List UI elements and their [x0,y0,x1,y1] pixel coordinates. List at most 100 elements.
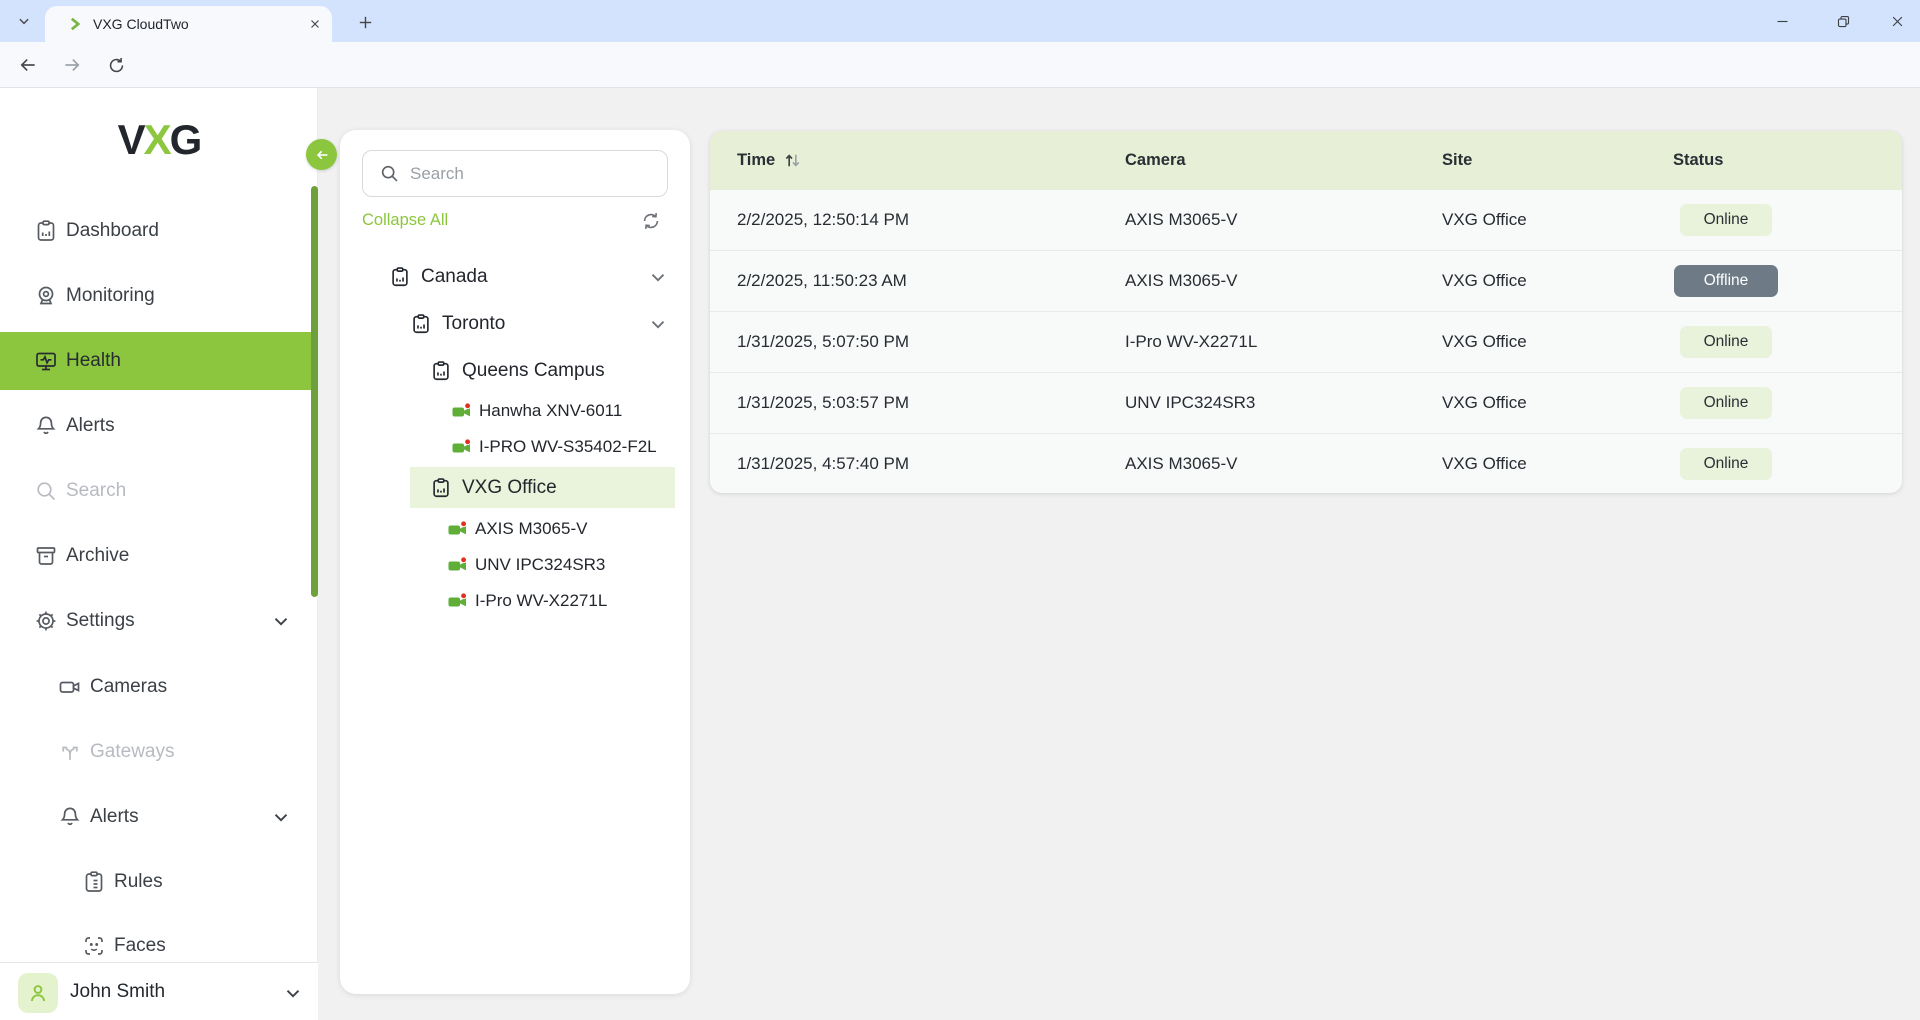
vxg-logo: VXG [0,116,318,164]
cell-status: Online [1673,387,1902,419]
cell-time: 2/2/2025, 11:50:23 AM [710,271,1125,291]
chevron-down-icon [282,982,304,1004]
status-badge: Online [1680,326,1772,358]
sidebar-item-monitoring[interactable]: Monitoring [0,270,318,322]
app-main: VXG Dashboard Monitoring Health Alerts [0,88,1920,1020]
new-tab-button[interactable] [352,9,378,35]
sidebar-item-dashboard[interactable]: Dashboard [0,205,318,257]
cell-site: VXG Office [1442,393,1673,413]
tree-node-camera[interactable]: I-PRO WV-S35402-F2L [452,429,657,465]
column-label: Camera [1125,151,1186,170]
table-row[interactable]: 2/2/2025, 12:50:14 PM AXIS M3065-V VXG O… [710,190,1902,251]
collapse-all-link[interactable]: Collapse All [362,211,448,230]
tree-node-camera[interactable]: Hanwha XNV-6011 [452,393,622,429]
sidebar-item-label: Rules [114,871,163,893]
dashboard-icon [34,219,58,243]
user-avatar [18,973,58,1013]
reload-icon[interactable] [104,53,128,77]
cell-status: Online [1673,204,1902,236]
cell-time: 1/31/2025, 4:57:40 PM [710,454,1125,474]
rules-clipboard-icon [82,870,106,894]
table-row[interactable]: 1/31/2025, 4:57:40 PM AXIS M3065-V VXG O… [710,434,1902,493]
tree-node-label: Queens Campus [462,360,605,382]
column-label: Time [737,151,775,170]
back-icon[interactable] [16,53,40,77]
camera-status-icon [448,556,469,575]
sidebar-item-label: Archive [66,545,129,567]
table-row[interactable]: 2/2/2025, 11:50:23 AM AXIS M3065-V VXG O… [710,251,1902,312]
browser-tab[interactable]: VXG CloudTwo [45,6,332,42]
status-badge: Online [1680,387,1772,419]
column-header-status[interactable]: Status [1673,151,1902,170]
refresh-icon[interactable] [640,210,662,232]
browser-toolbar: cloudtwo-prod.vxgdemo.cloud-vms.com/cust… [0,42,1920,88]
browser-titlebar: VXG CloudTwo [0,0,1920,42]
sidebar-item-rules[interactable]: Rules [0,856,318,908]
site-tree-panel: Collapse All Canada Toronto [340,130,690,994]
sort-icon[interactable] [783,151,802,170]
window-close-button[interactable] [1874,0,1920,42]
tree-node-label: UNV IPC324SR3 [475,555,605,575]
tree-node-camera[interactable]: UNV IPC324SR3 [448,547,605,583]
tree-node-canada[interactable]: Canada [389,257,488,297]
chevron-down-icon[interactable] [647,313,669,335]
table-row[interactable]: 1/31/2025, 5:03:57 PM UNV IPC324SR3 VXG … [710,373,1902,434]
table-header-row: Time Camera Site Status [710,131,1902,190]
tree-node-label: Hanwha XNV-6011 [479,401,622,421]
tree-search-input[interactable] [410,164,640,184]
tab-close-icon[interactable] [308,17,322,31]
gateway-fork-icon [58,740,82,764]
sidebar-item-health[interactable]: Health [0,332,318,390]
status-badge: Online [1680,204,1772,236]
column-header-site[interactable]: Site [1442,151,1673,170]
tree-node-label: I-PRO WV-S35402-F2L [479,437,657,457]
sidebar-item-label: Dashboard [66,220,159,242]
archive-box-icon [34,544,58,568]
status-badge: Online [1680,448,1772,480]
user-name: John Smith [70,981,165,1003]
sidebar-item-gateways[interactable]: Gateways [0,726,318,778]
tree-node-toronto[interactable]: Toronto [410,304,505,344]
sidebar-item-settings[interactable]: Settings [0,595,318,647]
sidebar-item-search[interactable]: Search [0,465,318,517]
forward-icon[interactable] [60,53,84,77]
cell-camera: I-Pro WV-X2271L [1125,332,1442,352]
gear-icon [34,609,58,633]
cell-camera: UNV IPC324SR3 [1125,393,1442,413]
collapse-panel-button[interactable] [306,139,337,170]
bell-icon [34,414,58,438]
cell-camera: AXIS M3065-V [1125,271,1442,291]
cell-site: VXG Office [1442,271,1673,291]
tab-title: VXG CloudTwo [93,16,308,32]
site-icon [430,360,452,382]
sidebar-item-alerts[interactable]: Alerts [0,400,318,452]
column-label: Status [1673,151,1723,170]
sidebar-item-label: Alerts [90,806,139,828]
chevron-down-icon [270,806,292,828]
tree-node-camera[interactable]: AXIS M3065-V [448,511,587,547]
user-menu[interactable]: John Smith [0,962,318,1020]
logo-v: V [118,116,144,163]
column-header-camera[interactable]: Camera [1125,151,1442,170]
tree-search-box[interactable] [362,150,668,197]
table-row[interactable]: 1/31/2025, 5:07:50 PM I-Pro WV-X2271L VX… [710,312,1902,373]
cell-time: 2/2/2025, 12:50:14 PM [710,210,1125,230]
search-icon [379,163,400,184]
chevron-down-icon[interactable] [647,266,669,288]
webcam-icon [34,284,58,308]
column-header-time[interactable]: Time [710,151,1125,170]
tab-search-button[interactable] [12,9,36,33]
tree-node-queens-campus[interactable]: Queens Campus [430,351,605,391]
sidebar-item-alerts-settings[interactable]: Alerts [0,791,318,843]
window-restore-button[interactable] [1820,0,1866,42]
sidebar-item-archive[interactable]: Archive [0,530,318,582]
face-scan-icon [82,934,106,958]
tree-node-vxg-office[interactable]: VXG Office [430,467,557,508]
sidebar-scrollbar[interactable] [311,186,318,597]
window-minimize-button[interactable] [1759,0,1805,42]
tree-node-camera[interactable]: I-Pro WV-X2271L [448,583,607,619]
sidebar-item-cameras[interactable]: Cameras [0,661,318,713]
cell-status: Online [1673,448,1902,480]
chevron-down-icon [270,610,292,632]
tree-node-label: Toronto [442,313,505,335]
